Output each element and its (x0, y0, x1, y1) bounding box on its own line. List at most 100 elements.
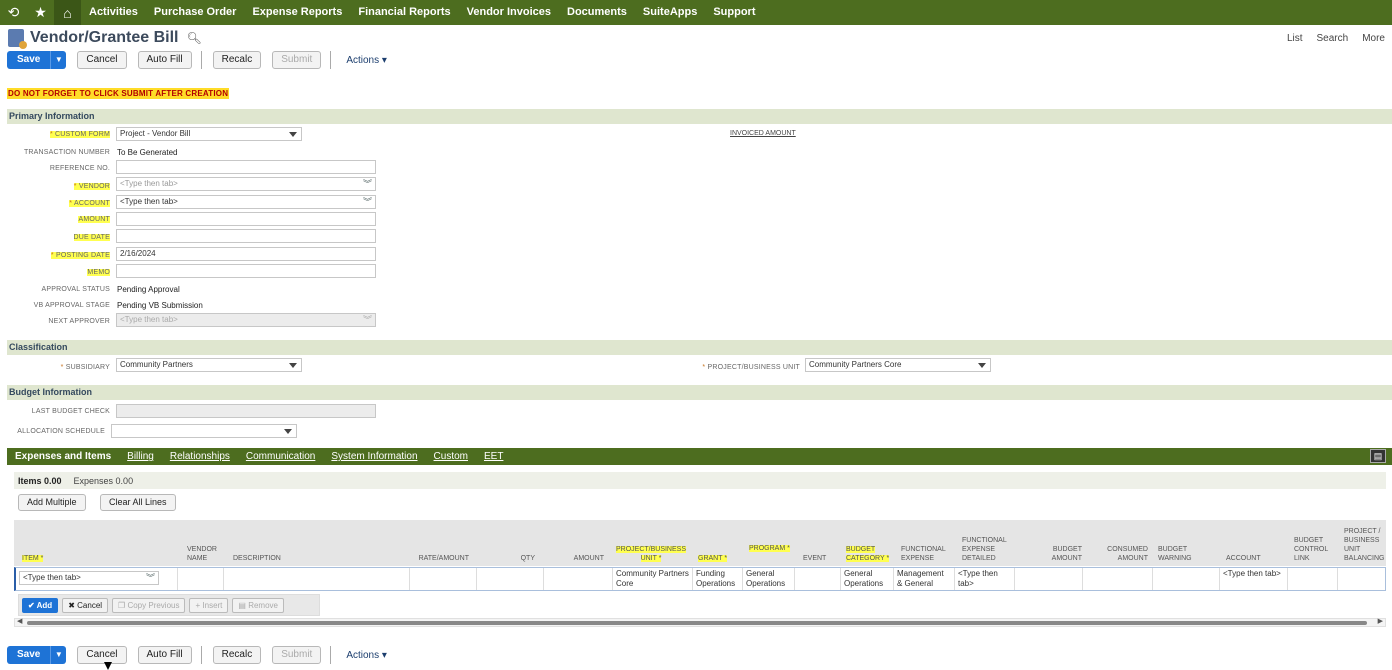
nav-financial-reports[interactable]: Financial Reports (350, 0, 458, 25)
save-button-bottom[interactable]: Save ▼ (7, 646, 67, 664)
nav-support[interactable]: Support (705, 0, 763, 25)
cell-grant[interactable]: Funding Operations (693, 568, 743, 590)
nav-documents[interactable]: Documents (559, 0, 635, 25)
nav-suiteapps[interactable]: SuiteApps (635, 0, 705, 25)
search-icon[interactable]: 🔍︎ (186, 31, 201, 45)
cancel-line-button[interactable]: ✖ Cancel (62, 597, 109, 613)
primary-info-header[interactable]: Primary Information (7, 109, 1392, 124)
scroll-left-icon[interactable]: ◀ (17, 617, 22, 625)
col-budget-warning[interactable]: BUDGET WARNING (1158, 545, 1208, 563)
chevron-down-icon[interactable] (289, 132, 297, 137)
cell-project-balancing[interactable] (1338, 568, 1386, 590)
actions-label[interactable]: Actions (346, 55, 379, 66)
account-input[interactable]: <Type then tab> ︾ (116, 195, 376, 209)
col-program[interactable]: PROGRAM * (749, 544, 794, 553)
cell-rate-amount[interactable] (410, 568, 477, 590)
amount-input[interactable] (116, 212, 376, 226)
save-button-label[interactable]: Save (7, 51, 50, 69)
scroll-right-icon[interactable]: ▶ (1378, 617, 1383, 625)
cell-functional-expense[interactable]: Management & General (894, 568, 955, 590)
item-input[interactable]: <Type then tab> ︾ (19, 571, 159, 585)
horizontal-scrollbar[interactable]: ◀ ▶ (14, 618, 1386, 627)
scrollbar-thumb[interactable] (27, 621, 1367, 625)
vendor-input[interactable]: <Type then tab> ︾ (116, 177, 376, 191)
double-chevron-down-icon[interactable]: ︾ (363, 196, 372, 208)
home-icon[interactable]: ⌂ (54, 0, 81, 25)
collapse-panel-icon[interactable]: ▤ (1370, 449, 1386, 463)
double-chevron-down-icon[interactable]: ︾ (363, 178, 372, 190)
recent-history-icon[interactable]: ⟲ (0, 0, 27, 25)
remove-line-button[interactable]: ▤ Remove (232, 597, 284, 613)
tab-expenses-items[interactable]: Expenses and Items (7, 451, 119, 462)
favorites-star-icon[interactable]: ★ (27, 0, 54, 25)
cell-budget-amount[interactable] (1015, 568, 1083, 590)
col-budget-category[interactable]: BUDGET CATEGORY * (846, 545, 890, 563)
tab-eet[interactable]: EET (476, 451, 511, 462)
allocation-schedule-select[interactable] (111, 424, 297, 438)
copy-previous-button[interactable]: ❐ Copy Previous (112, 597, 186, 613)
submit-button-bottom[interactable]: Submit (272, 646, 322, 664)
cell-project-business-unit[interactable]: Community Partners Core (613, 568, 693, 590)
col-vendor-name[interactable]: VENDOR NAME (187, 545, 227, 563)
add-line-button[interactable]: ✔ Add (22, 597, 59, 613)
nav-vendor-invoices[interactable]: Vendor Invoices (459, 0, 559, 25)
chevron-down-icon[interactable] (289, 363, 297, 368)
col-functional-expense[interactable]: FUNCTIONAL EXPENSE (901, 545, 946, 563)
custom-form-select[interactable]: Project - Vendor Bill (116, 127, 302, 141)
col-grant[interactable]: GRANT * (698, 554, 733, 563)
posting-date-input[interactable]: 2/16/2024 (116, 247, 376, 261)
chevron-down-icon[interactable] (978, 363, 986, 368)
actions-menu[interactable]: Actions ▾ (346, 55, 387, 66)
list-link[interactable]: List (1287, 33, 1303, 44)
tab-relationships[interactable]: Relationships (162, 451, 238, 462)
cell-event[interactable] (795, 568, 841, 590)
cell-vendor-name[interactable] (178, 568, 224, 590)
cancel-button-bottom[interactable]: Cancel (77, 646, 127, 664)
cell-budget-warning[interactable] (1153, 568, 1220, 590)
clear-all-lines-button[interactable]: Clear All Lines (100, 494, 176, 511)
autofill-button-bottom[interactable]: Auto Fill (137, 646, 192, 664)
insert-line-button[interactable]: + Insert (189, 597, 229, 613)
cell-program[interactable]: General Operations (743, 568, 795, 590)
col-consumed-amount[interactable]: CONSUMED AMOUNT (1094, 545, 1148, 563)
submit-button[interactable]: Submit (272, 51, 322, 69)
col-budget-control-link[interactable]: BUDGET CONTROL LINK (1294, 536, 1338, 563)
tab-custom[interactable]: Custom (426, 451, 476, 462)
cell-item[interactable]: <Type then tab> ︾ (16, 568, 178, 590)
cancel-button[interactable]: Cancel (77, 51, 127, 69)
memo-input[interactable] (116, 264, 376, 278)
subtab-items[interactable]: Items 0.00 (18, 476, 62, 486)
nav-expense-reports[interactable]: Expense Reports (244, 0, 350, 25)
project-business-unit-select[interactable]: Community Partners Core (805, 358, 991, 372)
nav-purchase-order[interactable]: Purchase Order (146, 0, 245, 25)
cell-qty[interactable] (477, 568, 544, 590)
cell-consumed-amount[interactable] (1083, 568, 1153, 590)
recalc-button-bottom[interactable]: Recalc (212, 646, 262, 664)
col-project-balancing[interactable]: PROJECT / BUSINESS UNIT BALANCING (1344, 527, 1386, 563)
cell-functional-expense-detailed[interactable]: <Type then tab> (955, 568, 1015, 590)
table-row[interactable]: <Type then tab> ︾ Community Partners Core… (14, 567, 1386, 591)
classification-header[interactable]: Classification (7, 340, 1392, 355)
actions-menu-bottom[interactable]: Actions ▾ (346, 650, 387, 661)
save-dropdown-icon[interactable]: ▼ (50, 51, 66, 69)
tab-system-information[interactable]: System Information (323, 451, 425, 462)
cell-account[interactable]: <Type then tab> (1220, 568, 1288, 590)
col-project-business-unit[interactable]: PROJECT/BUSINESS UNIT * (612, 545, 690, 563)
tab-communication[interactable]: Communication (238, 451, 323, 462)
save-button-label[interactable]: Save (7, 646, 50, 664)
add-multiple-button[interactable]: Add Multiple (18, 494, 86, 511)
col-description[interactable]: DESCRIPTION (233, 554, 313, 563)
cell-amount[interactable] (544, 568, 613, 590)
save-dropdown-icon[interactable]: ▼ (50, 646, 66, 664)
chevron-down-icon[interactable] (284, 429, 292, 434)
subsidiary-select[interactable]: Community Partners (116, 358, 302, 372)
col-amount[interactable]: AMOUNT (549, 554, 604, 563)
due-date-input[interactable] (116, 229, 376, 243)
col-qty[interactable]: QTY (480, 554, 535, 563)
col-budget-amount[interactable]: BUDGET AMOUNT (1034, 545, 1082, 563)
search-link[interactable]: Search (1317, 33, 1349, 44)
col-functional-expense-detailed[interactable]: FUNCTIONAL EXPENSE DETAILED (962, 536, 1014, 563)
cell-budget-control-link[interactable] (1288, 568, 1338, 590)
nav-activities[interactable]: Activities (81, 0, 146, 25)
tab-billing[interactable]: Billing (119, 451, 162, 462)
